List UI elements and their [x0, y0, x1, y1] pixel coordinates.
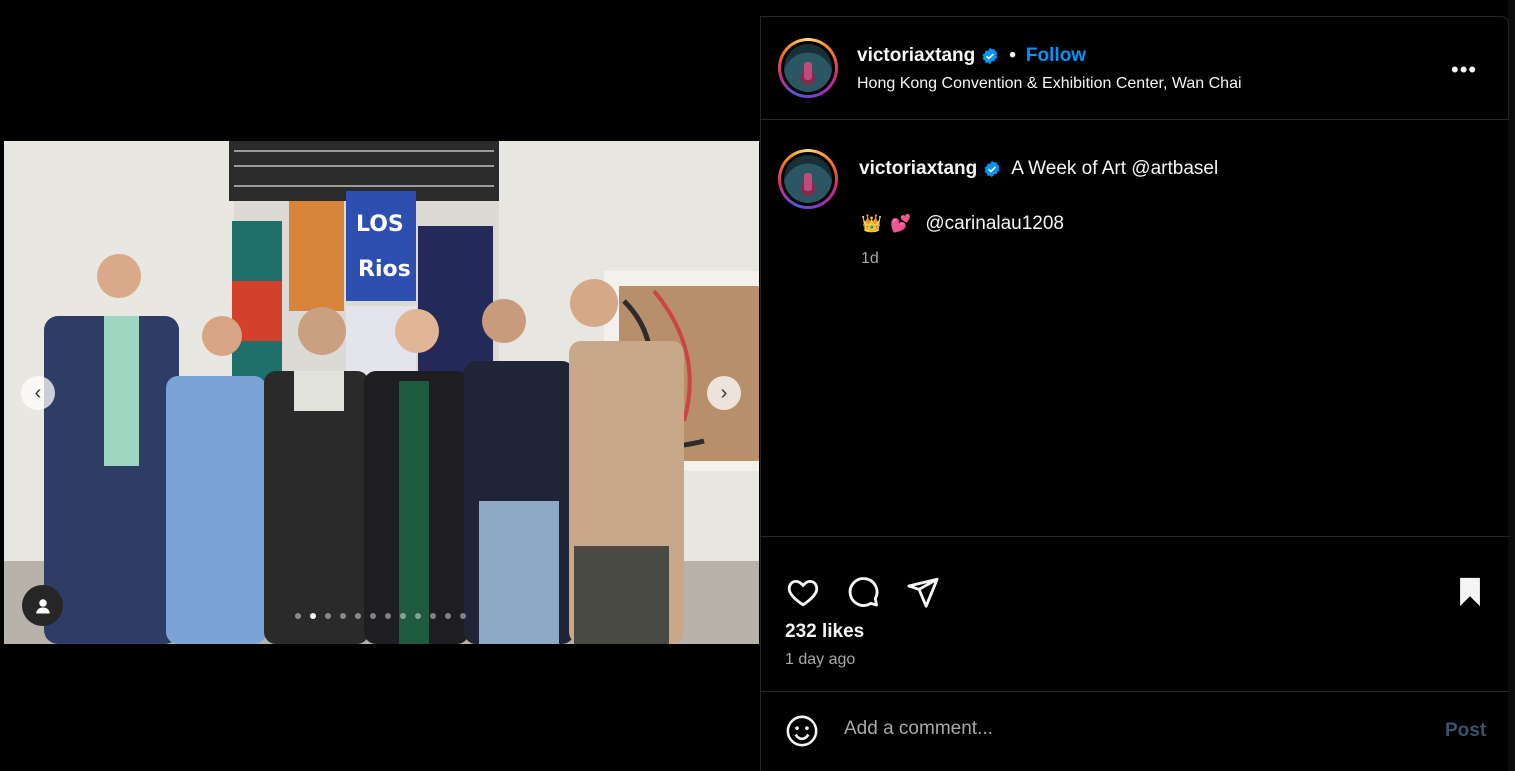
- carousel-dot: [415, 613, 421, 619]
- carousel-dot: [355, 613, 361, 619]
- carousel-dot: [400, 613, 406, 619]
- follow-button[interactable]: Follow: [1026, 45, 1086, 67]
- action-bar: [761, 536, 1509, 608]
- chevron-left-icon: ‹: [34, 381, 42, 404]
- carousel-dot: [325, 613, 331, 619]
- hearts-emoji: 💕: [890, 214, 912, 233]
- mention-link[interactable]: @carinalau1208: [925, 213, 1064, 235]
- post-sidebar: victoriaxtang • Follow Hong Kong Convent…: [760, 16, 1509, 771]
- emoji-icon[interactable]: [785, 714, 819, 748]
- next-slide-button[interactable]: ›: [707, 376, 741, 410]
- separator-dot: •: [1009, 45, 1016, 66]
- caption: victoriaxtang A Week of Art @artbasel: [859, 158, 1218, 180]
- caption-mention-line: 👑 💕 @carinalau1208: [861, 213, 1064, 235]
- svg-text:Rios: Rios: [358, 257, 411, 282]
- comment-input[interactable]: [844, 718, 1404, 740]
- backdrop-edge: [1508, 0, 1515, 771]
- more-options-icon[interactable]: •••: [1451, 57, 1477, 83]
- share-icon[interactable]: [905, 575, 941, 609]
- caption-avatar[interactable]: [778, 149, 838, 209]
- carousel-dot: [310, 613, 316, 619]
- user-icon: [35, 598, 50, 613]
- post-date: 1 day ago: [785, 651, 856, 668]
- bookmark-icon[interactable]: [1453, 575, 1487, 609]
- chevron-right-icon: ›: [720, 381, 728, 404]
- caption-text: A Week of Art @artbasel: [1011, 158, 1219, 179]
- post-header: victoriaxtang • Follow Hong Kong Convent…: [761, 16, 1509, 120]
- verified-badge-icon: [982, 47, 998, 65]
- crown-emoji: 👑: [861, 214, 883, 233]
- carousel-dot: [430, 613, 436, 619]
- post-photo-image: LOS Rios: [4, 141, 759, 644]
- verified-badge-icon: [984, 160, 1000, 178]
- tagged-users-button[interactable]: [22, 585, 63, 626]
- caption-username[interactable]: victoriaxtang: [859, 158, 977, 180]
- author-line: victoriaxtang • Follow: [857, 45, 1086, 67]
- carousel-dot: [340, 613, 346, 619]
- svg-text:LOS: LOS: [356, 212, 404, 237]
- carousel-dot: [445, 613, 451, 619]
- author-avatar[interactable]: [778, 38, 838, 98]
- carousel-dot: [460, 613, 466, 619]
- carousel-dot: [295, 613, 301, 619]
- heart-icon[interactable]: [785, 575, 821, 609]
- author-username[interactable]: victoriaxtang: [857, 45, 975, 67]
- comment-bar: Post: [761, 691, 1509, 771]
- post-photo[interactable]: LOS Rios: [4, 141, 759, 644]
- carousel-dot: [370, 613, 376, 619]
- like-count[interactable]: 232 likes: [785, 621, 864, 643]
- carousel-dot: [385, 613, 391, 619]
- post-comment-button[interactable]: Post: [1445, 720, 1486, 742]
- previous-slide-button[interactable]: ‹: [21, 376, 55, 410]
- comment-icon[interactable]: [845, 575, 881, 609]
- post-location[interactable]: Hong Kong Convention & Exhibition Center…: [857, 75, 1242, 93]
- carousel-indicator: [295, 613, 466, 619]
- caption-timestamp: 1d: [861, 250, 879, 267]
